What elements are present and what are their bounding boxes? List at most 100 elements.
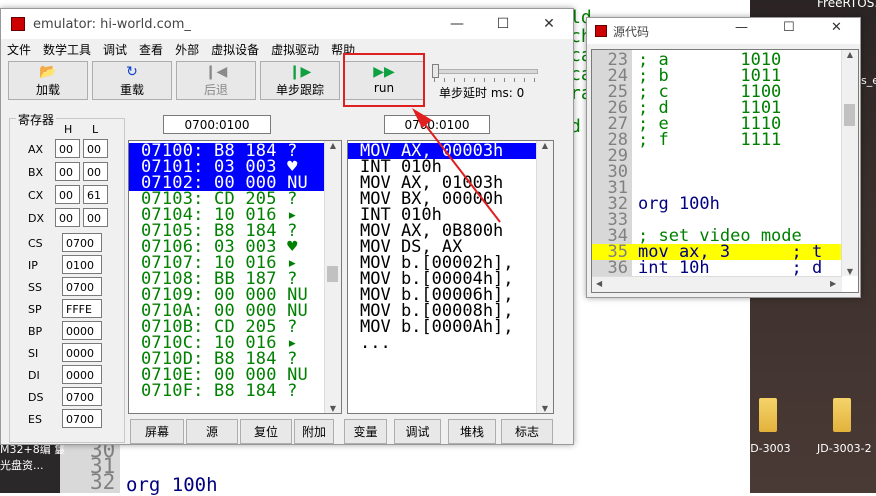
register-name: DS [28, 391, 44, 404]
minimize-icon[interactable]: — [735, 20, 748, 35]
scroll-down-icon[interactable]: ▼ [842, 267, 858, 276]
di-field[interactable]: 0000 [62, 365, 102, 384]
sp-field[interactable]: FFFE [62, 299, 102, 318]
menu-view[interactable]: 查看 [133, 41, 169, 58]
source-vertical-scrollbar[interactable]: ▲ ▼ [841, 50, 858, 276]
single-step-button[interactable]: ❙▶ 单步跟踪 [260, 61, 340, 100]
high-byte-header: H [64, 123, 73, 136]
menu-file[interactable]: 文件 [1, 41, 37, 58]
dx-high-field[interactable]: 00 [55, 208, 80, 227]
es-field[interactable]: 0700 [62, 409, 102, 428]
back-button[interactable]: ❙◀ 后退 [176, 61, 256, 100]
close-icon[interactable]: ✕ [526, 9, 572, 39]
desktop-left-label: 光盘资... [0, 459, 44, 472]
single-step-label: 单步跟踪 [275, 83, 324, 97]
aux-button[interactable]: 附加 [294, 419, 334, 444]
maximize-icon[interactable]: ☐ [783, 20, 795, 35]
register-name: BP [28, 325, 43, 338]
bp-field[interactable]: 0000 [62, 321, 102, 340]
register-name: AX [28, 143, 44, 156]
disassembly-scrollbar[interactable]: ▲ ▼ [536, 141, 553, 413]
source-code: int 10h ; d [638, 258, 823, 278]
source-line[interactable]: 28; f 1111 [592, 132, 842, 149]
stack-button[interactable]: 堆栈 [448, 419, 496, 444]
arrow-head [412, 108, 432, 128]
disassembly-row[interactable]: ... [348, 335, 537, 352]
menu-bar: 文件 数学工具 调试 查看 外部 虚拟设备 虚拟驱动 帮助 [1, 39, 573, 59]
cx-low-field[interactable]: 61 [83, 185, 108, 204]
ds-field[interactable]: 0700 [62, 387, 102, 406]
reload-button[interactable]: ↻ 重载 [92, 61, 172, 100]
variables-button[interactable]: 变量 [344, 419, 387, 444]
scroll-up-icon[interactable]: ▲ [842, 50, 858, 59]
close-icon[interactable]: ✕ [831, 20, 842, 35]
register-name: CX [28, 189, 44, 202]
minimize-icon[interactable]: — [434, 9, 480, 39]
menu-virtual-drives[interactable]: 虚拟驱动 [265, 41, 325, 58]
menu-virtual-devices[interactable]: 虚拟设备 [205, 41, 265, 58]
desktop-item-label: s_e [861, 74, 876, 87]
load-button[interactable]: 📂 加载 [8, 61, 88, 100]
register-name: DI [28, 369, 40, 382]
back-label: 后退 [203, 83, 228, 97]
memory-pane[interactable]: 07100: B8 184 ? 07101: 03 003 ♥ 07102: 00 … [128, 140, 342, 414]
si-field[interactable]: 0000 [62, 343, 102, 362]
scroll-down-icon[interactable]: ▼ [537, 404, 553, 413]
line-number: 36 [607, 258, 628, 278]
scroll-up-icon[interactable]: ▲ [537, 141, 553, 150]
annotation-arrow [412, 108, 501, 223]
emulator-titlebar[interactable]: emulator: hi-world.com_ — ☐ ✕ [1, 9, 573, 39]
folder-icon[interactable] [759, 398, 777, 432]
memory-list: 07100: B8 184 ? 07101: 03 003 ♥ 07102: 00 … [129, 141, 341, 400]
menu-math[interactable]: 数学工具 [37, 41, 97, 58]
register-name: SS [28, 281, 42, 294]
ip-field[interactable]: 0100 [62, 255, 102, 274]
register-name: SI [28, 347, 39, 360]
step-forward-icon: ❙▶ [288, 64, 312, 80]
dx-low-field[interactable]: 00 [83, 208, 108, 227]
bx-low-field[interactable]: 00 [83, 162, 108, 181]
register-name: ES [28, 413, 42, 426]
folder-icon[interactable] [833, 398, 851, 432]
window-title: emulator: hi-world.com_ [33, 16, 191, 32]
source-horizontal-scrollbar[interactable]: ◀ ▶ [592, 276, 842, 292]
background-line-numbers: 30 31 32 [90, 440, 116, 494]
source-line[interactable]: 36 int 10h ; d [592, 258, 842, 278]
flags-button[interactable]: 标志 [501, 419, 553, 444]
menu-external[interactable]: 外部 [169, 41, 205, 58]
screen-button[interactable]: 屏幕 [130, 419, 184, 444]
source-button[interactable]: 源 [186, 419, 238, 444]
menu-debug[interactable]: 调试 [97, 41, 133, 58]
reset-button[interactable]: 复位 [240, 419, 292, 444]
scrollbar-thumb[interactable] [327, 266, 338, 282]
memory-row[interactable]: 0710F: B8 184 ? [129, 383, 337, 400]
delay-slider-ticks [434, 78, 536, 82]
app-icon [11, 17, 25, 31]
cs-field[interactable]: 0700 [62, 233, 102, 252]
source-titlebar[interactable]: 源代码 — ☐ ✕ [587, 18, 860, 44]
delay-slider-thumb[interactable] [432, 64, 439, 78]
maximize-icon[interactable]: ☐ [480, 9, 526, 39]
desktop-item-label[interactable]: JD-3003-2 [817, 442, 872, 455]
source-line[interactable]: 32 org 100h [592, 196, 842, 213]
low-byte-header: L [92, 123, 99, 136]
delay-slider-track[interactable] [434, 69, 538, 74]
memory-address-field[interactable]: 0700:0100 [163, 115, 271, 134]
scrollbar-thumb[interactable] [844, 104, 855, 126]
debug-button[interactable]: 调试 [394, 419, 441, 444]
source-line[interactable]: 30 [592, 164, 842, 181]
source-editor[interactable]: 23; a 1010 24; b 1011 25; c 1100 26; d 1101… [591, 49, 859, 293]
source-line[interactable]: 29 [592, 148, 842, 165]
scroll-right-icon[interactable]: ▶ [830, 279, 836, 288]
cx-high-field[interactable]: 00 [55, 185, 80, 204]
line-number: 32 [90, 470, 116, 494]
scroll-left-icon[interactable]: ◀ [596, 279, 602, 288]
memory-scrollbar[interactable]: ▲ ▼ [324, 141, 341, 413]
bx-high-field[interactable]: 00 [55, 162, 80, 181]
scroll-up-icon[interactable]: ▲ [325, 141, 341, 150]
ss-field[interactable]: 0700 [62, 277, 102, 296]
desktop-item-label[interactable]: JD-3003 [747, 442, 791, 455]
scroll-down-icon[interactable]: ▼ [325, 404, 341, 413]
ax-low-field[interactable]: 00 [83, 139, 108, 158]
ax-high-field[interactable]: 00 [55, 139, 80, 158]
